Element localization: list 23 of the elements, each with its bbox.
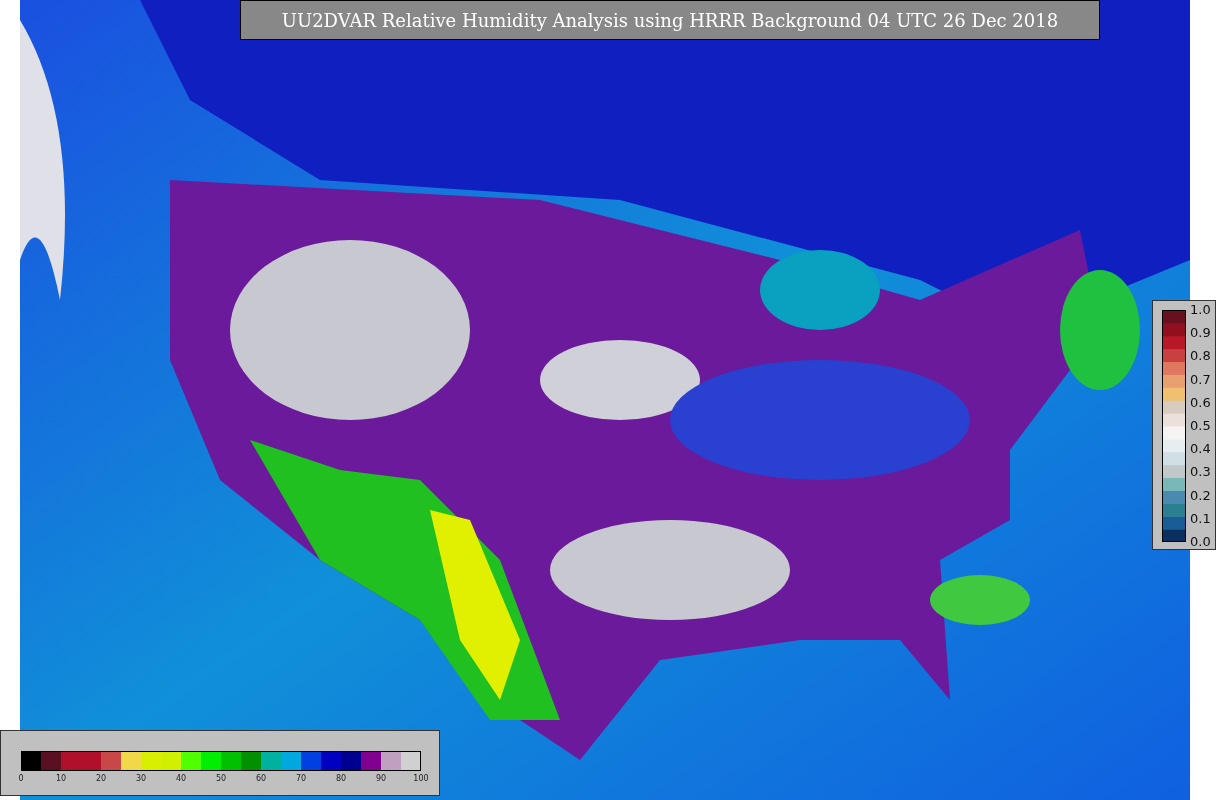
scale-tick-label: 80	[334, 774, 348, 783]
scale-tick-label: 30	[134, 774, 148, 783]
scale-tick-label: 60	[254, 774, 268, 783]
scale-tick-label: 0.5	[1190, 418, 1211, 433]
map-title: UU2DVAR Relative Humidity Analysis using HRRR Background 04 UTC 26 Dec 2018	[240, 0, 1100, 40]
scale-tick-label: 70	[294, 774, 308, 783]
scale-tick-label: 0.7	[1190, 372, 1211, 387]
scale-tick-label: 40	[174, 774, 188, 783]
scale-tick-label: 0.0	[1190, 534, 1211, 549]
scale-tick-label: 0.6	[1190, 395, 1211, 410]
scale-tick-label: 0.1	[1190, 511, 1211, 526]
scale-tick-label: 0.4	[1190, 442, 1211, 457]
scale-tick-label: 20	[94, 774, 108, 783]
scale-tick-label: 100	[412, 774, 430, 783]
scale-tick-label: 10	[54, 774, 68, 783]
scale-tick-label: 90	[374, 774, 388, 783]
scale-tick-label: 1.0	[1190, 303, 1211, 317]
scale-tick-label: 0.3	[1190, 465, 1211, 480]
scale-tick-label: 50	[214, 774, 228, 783]
scale-tick-label: 0	[17, 774, 25, 783]
scale-tick-label: 0.8	[1190, 349, 1211, 364]
scale-tick-label: 0.2	[1190, 488, 1211, 503]
scale-tick-label: 0.9	[1190, 326, 1211, 341]
